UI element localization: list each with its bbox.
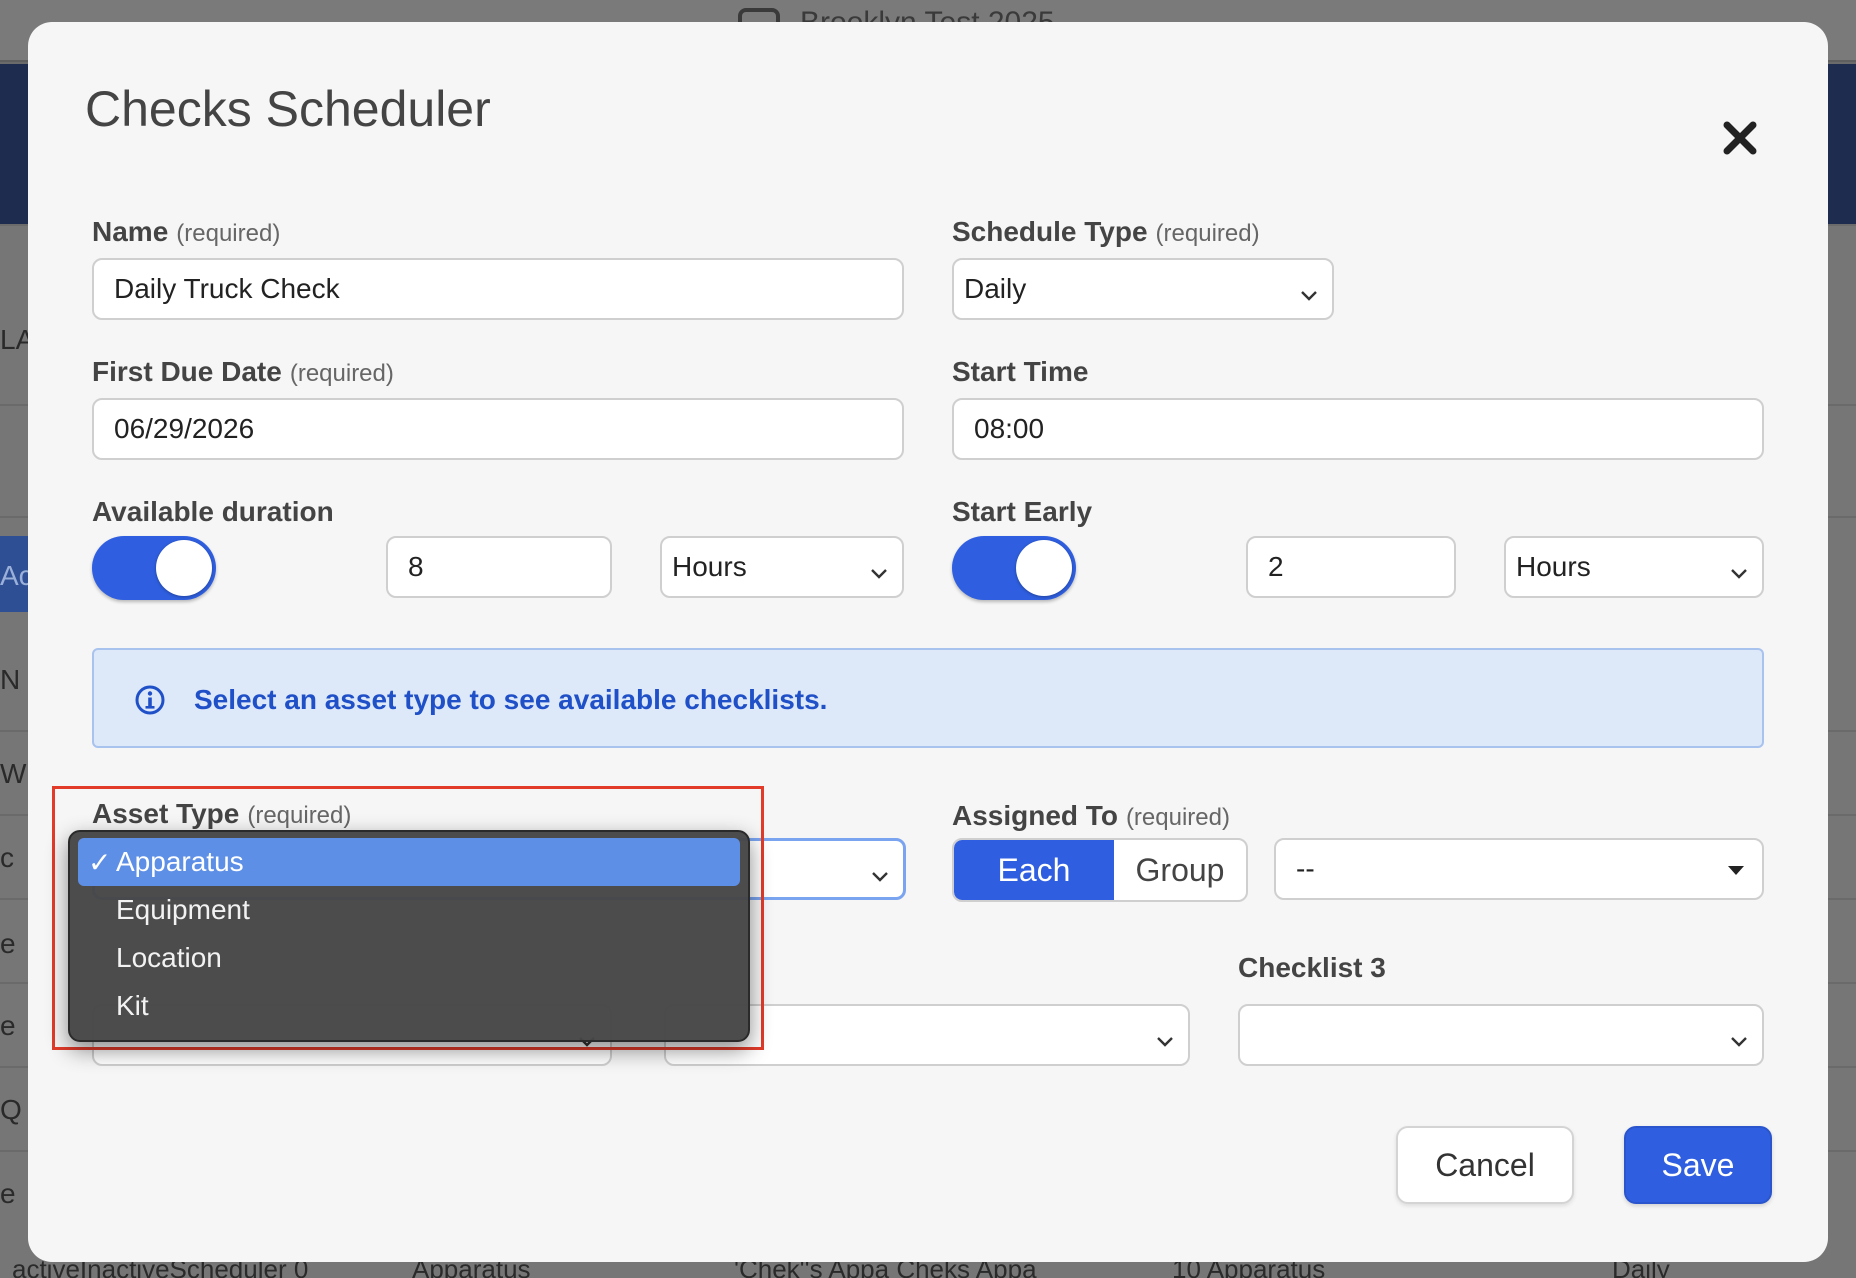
name-label-text: Name [92, 216, 169, 247]
info-icon [135, 685, 165, 715]
asset-type-label-text: Asset Type [92, 798, 240, 829]
background-cell: e [0, 1178, 16, 1209]
background-cell: c [0, 842, 14, 873]
schedule-type-label-text: Schedule Type [952, 216, 1148, 247]
chevron-down-icon [870, 558, 888, 579]
chevron-down-icon [871, 861, 889, 882]
required-hint: (required) [289, 360, 394, 387]
available-duration-unit: Hours [672, 551, 747, 582]
dropdown-option-kit[interactable]: Kit [78, 982, 740, 1030]
info-text: Select an asset type to see available ch… [194, 684, 828, 715]
checkmark-icon: ✓ [88, 847, 112, 878]
option-label: Kit [116, 990, 149, 1021]
name-input[interactable]: Daily Truck Check [92, 258, 904, 320]
checklist-3-label: Checklist 3 [1238, 952, 1386, 983]
option-label: Apparatus [116, 846, 244, 877]
start-early-unit: Hours [1516, 551, 1591, 582]
toggle-knob [1016, 540, 1072, 596]
chevron-down-icon [1300, 280, 1318, 301]
background-cell: Q [0, 1094, 22, 1125]
start-early-label: Start Early [952, 496, 1093, 527]
group-button[interactable]: Group [1114, 840, 1246, 900]
name-label: Name (required) [92, 216, 280, 248]
assignee-select[interactable]: -- [1274, 838, 1764, 900]
first-due-date-value: 06/29/2026 [114, 413, 255, 444]
save-button[interactable]: Save [1624, 1126, 1772, 1204]
assigned-to-label-text: Assigned To [952, 800, 1118, 831]
background-cell: e [0, 1010, 16, 1041]
background-cell: N [0, 664, 21, 695]
asset-type-dropdown-menu: ✓ Apparatus Equipment Location Kit [68, 830, 750, 1042]
checklist-3-select[interactable] [1238, 1004, 1764, 1066]
required-hint: (required) [176, 220, 281, 247]
start-early-amount-input[interactable]: 2 [1246, 536, 1456, 598]
chevron-down-icon [1156, 1026, 1174, 1047]
dropdown-option-location[interactable]: Location [78, 934, 740, 982]
close-icon [1723, 121, 1757, 155]
checks-scheduler-modal: Checks Scheduler Name (required) Daily Tr… [28, 22, 1828, 1262]
start-time-value: 08:00 [974, 413, 1045, 444]
option-label: Equipment [116, 894, 250, 925]
assigned-to-label: Assigned To (required) [952, 800, 1230, 832]
toggle-knob [156, 540, 212, 596]
dropdown-option-apparatus[interactable]: ✓ Apparatus [78, 838, 740, 886]
available-duration-toggle[interactable] [92, 536, 216, 600]
first-due-date-label-text: First Due Date [92, 356, 282, 387]
close-button[interactable] [1716, 114, 1764, 162]
schedule-type-value: Daily [964, 273, 1027, 304]
available-duration-amount-input[interactable]: 8 [386, 536, 612, 598]
caret-down-icon [1728, 866, 1744, 875]
required-hint: (required) [1125, 804, 1230, 831]
required-hint: (required) [1155, 220, 1260, 247]
start-early-amount: 2 [1268, 551, 1284, 582]
chevron-down-icon [1730, 1026, 1748, 1047]
available-duration-label: Available duration [92, 496, 334, 527]
cancel-button[interactable]: Cancel [1396, 1126, 1574, 1204]
asset-type-label: Asset Type (required) [92, 798, 351, 830]
available-duration-amount: 8 [408, 551, 424, 582]
option-label: Location [116, 942, 222, 973]
assignment-mode-toggle: Each Group [952, 838, 1248, 902]
schedule-type-select[interactable]: Daily [952, 258, 1334, 320]
chevron-down-icon [1730, 558, 1748, 579]
schedule-type-label: Schedule Type (required) [952, 216, 1260, 248]
background-cell: e [0, 928, 16, 959]
start-time-input[interactable]: 08:00 [952, 398, 1764, 460]
info-banner: Select an asset type to see available ch… [92, 648, 1764, 748]
name-input-value: Daily Truck Check [114, 273, 340, 304]
assignee-value: -- [1296, 853, 1315, 884]
available-duration-unit-select[interactable]: Hours [660, 536, 904, 598]
required-hint: (required) [247, 802, 352, 829]
each-button[interactable]: Each [954, 840, 1114, 900]
start-early-toggle[interactable] [952, 536, 1076, 600]
start-early-unit-select[interactable]: Hours [1504, 536, 1764, 598]
modal-title: Checks Scheduler [85, 81, 491, 137]
start-time-label: Start Time [952, 356, 1089, 387]
first-due-date-label: First Due Date (required) [92, 356, 394, 388]
background-cell: W [0, 758, 27, 789]
dropdown-option-equipment[interactable]: Equipment [78, 886, 740, 934]
first-due-date-input[interactable]: 06/29/2026 [92, 398, 904, 460]
